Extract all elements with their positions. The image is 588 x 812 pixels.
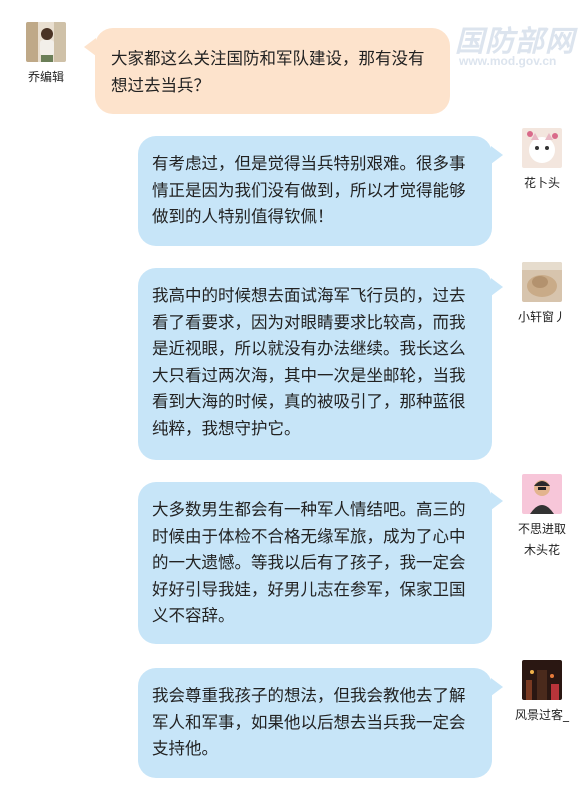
message-text: 大多数男生都会有一种军人情结吧。高三的时候由于体检不合格无缘军旅，成为了心中的一…	[152, 500, 466, 625]
message-bubble-5: 我会尊重我孩子的想法，但我会教他去了解军人和军事，如果他以后想去当兵我一定会支持…	[138, 668, 492, 778]
username-fengjingguoke: 风景过客_	[514, 708, 569, 722]
username-qiao: 乔编辑	[27, 70, 64, 84]
avatar-busijinqu[interactable]	[522, 474, 562, 514]
avatar-qiao[interactable]	[26, 22, 66, 62]
message-bubble-2: 有考虑过，但是觉得当兵特别艰难。很多事情正是因为我们没有做到，所以才觉得能够做到…	[138, 136, 492, 246]
bubble-tail	[491, 278, 503, 296]
username-busijinqu-line1: 不思进取	[517, 522, 566, 536]
message-text: 我会尊重我孩子的想法，但我会教他去了解军人和军事，如果他以后想去当兵我一定会支持…	[152, 686, 466, 758]
site-watermark: 国防部网 www.mod.gov.cn	[455, 18, 580, 74]
watermark-url: www.mod.gov.cn	[459, 54, 557, 68]
username-xiaoxuanchuang: 小轩窗丿	[517, 310, 566, 324]
avatar-xiaoxuanchuang[interactable]	[522, 262, 562, 302]
avatar-huabutou[interactable]	[522, 128, 562, 168]
message-bubble-1: 大家都这么关注国防和军队建设，那有没有想过去当兵？	[95, 28, 450, 114]
username-busijinqu-line2: 木头花	[523, 543, 560, 557]
message-text: 我高中的时候想去面试海军飞行员的，过去看了看要求，因为对眼睛要求比较高，而我是近…	[152, 286, 466, 438]
bubble-tail	[491, 678, 503, 696]
bubble-tail	[491, 492, 503, 510]
message-text: 有考虑过，但是觉得当兵特别艰难。很多事情正是因为我们没有做到，所以才觉得能够做到…	[152, 154, 466, 226]
message-bubble-4: 大多数男生都会有一种军人情结吧。高三的时候由于体检不合格无缘军旅，成为了心中的一…	[138, 482, 492, 644]
username-huabutou: 花卜头	[523, 176, 560, 190]
avatar-fengjingguoke[interactable]	[522, 660, 562, 700]
message-text: 大家都这么关注国防和军队建设，那有没有想过去当兵？	[111, 49, 425, 95]
bubble-tail	[491, 146, 503, 164]
message-bubble-3: 我高中的时候想去面试海军飞行员的，过去看了看要求，因为对眼睛要求比较高，而我是近…	[138, 268, 492, 460]
